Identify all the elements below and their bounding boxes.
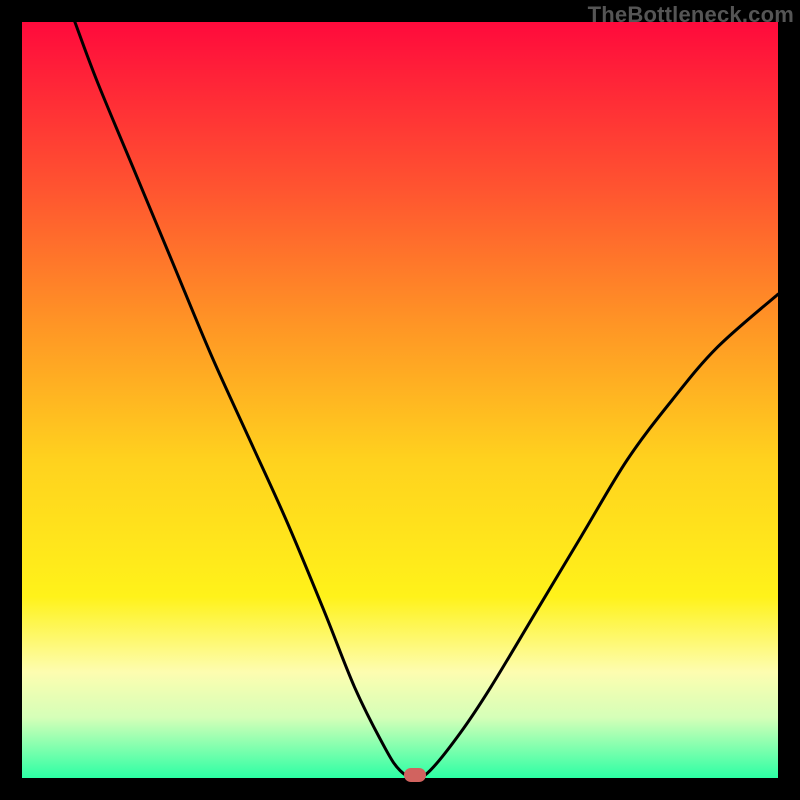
optimal-point-marker (404, 768, 426, 782)
bottleneck-curve (0, 0, 800, 800)
chart-container: TheBottleneck.com (0, 0, 800, 800)
